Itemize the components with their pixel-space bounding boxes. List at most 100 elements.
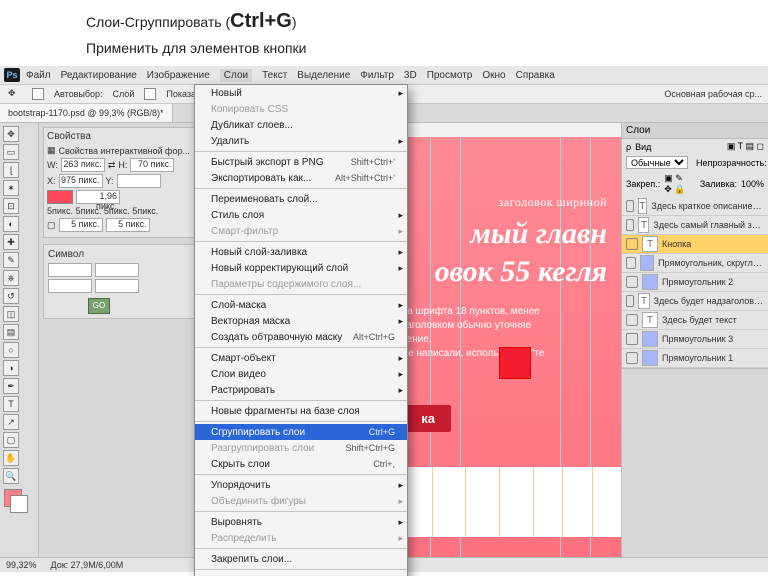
tool-shape[interactable]: ▢ (3, 432, 19, 448)
menu-item[interactable]: Удалить (195, 133, 407, 149)
cta-button[interactable]: ка (405, 405, 451, 432)
tool-move[interactable]: ✥ (3, 126, 19, 142)
menu-item[interactable]: Новый (195, 85, 407, 101)
tool-gradient[interactable]: ▤ (3, 324, 19, 340)
tool-lasso[interactable]: ɭ (3, 162, 19, 178)
tool-stamp[interactable]: ⎈ (3, 270, 19, 286)
fill-value[interactable]: 100% (741, 179, 764, 189)
tool-dodge[interactable]: ◑ (3, 360, 19, 376)
layers-menu-dropdown[interactable]: НовыйКопировать CSSДубликат слоев...Удал… (194, 84, 408, 576)
filter-toggle[interactable]: ▣ T ▤ ◻ (727, 141, 764, 152)
visibility-icon[interactable] (626, 257, 636, 269)
showcontrols-checkbox[interactable] (144, 88, 156, 100)
leading[interactable] (95, 279, 139, 293)
font-family[interactable] (48, 263, 92, 277)
tool-eraser[interactable]: ◫ (3, 306, 19, 322)
menu-item[interactable]: Слои видео (195, 366, 407, 382)
document-tab[interactable]: bootstrap-1170.psd @ 99,3% (RGB/8)* (0, 104, 173, 122)
tool-history[interactable]: ↺ (3, 288, 19, 304)
menu-item[interactable]: Связать слои (195, 572, 407, 576)
layer-row[interactable]: Прямоугольник 3 (622, 330, 768, 349)
tool-brush[interactable]: ✎ (3, 252, 19, 268)
lock-icons[interactable]: ▣ ✎ ✥ 🔒 (664, 173, 692, 195)
layer-row[interactable]: Прямоугольник 1 (622, 349, 768, 368)
tool-crop[interactable]: ⊡ (3, 198, 19, 214)
tool-marquee[interactable]: ▭ (3, 144, 19, 160)
color-swatches[interactable] (4, 489, 32, 513)
menu-item[interactable]: Новый слой-заливка (195, 244, 407, 260)
autoselect-target[interactable]: Слой (113, 89, 135, 99)
visibility-icon[interactable] (626, 238, 638, 250)
font-size[interactable] (48, 279, 92, 293)
layer-row[interactable]: Прямоугольник, скругл. углы 1 (622, 254, 768, 273)
menu-item[interactable]: Экспортировать как...Alt+Shift+Ctrl+' (195, 170, 407, 186)
tool-text[interactable]: T (3, 396, 19, 412)
visibility-icon[interactable] (626, 352, 638, 364)
zoom-readout[interactable]: 99,32% (6, 560, 37, 570)
tool-path[interactable]: ↗ (3, 414, 19, 430)
tool-blur[interactable]: ○ (3, 342, 19, 358)
menu-item[interactable]: Сгруппировать слоиCtrl+G (195, 424, 407, 440)
visibility-icon[interactable] (626, 200, 634, 212)
layer-row[interactable]: TЗдесь будет надзаголовок шириной 6 к... (622, 292, 768, 311)
menu-item[interactable]: Переименовать слой... (195, 191, 407, 207)
tool-eyedrop[interactable]: ◐ (3, 216, 19, 232)
background-color[interactable] (10, 495, 28, 513)
autoselect-checkbox[interactable] (32, 88, 44, 100)
blend-mode[interactable]: Обычные (626, 156, 688, 169)
red-square-shape[interactable] (499, 347, 531, 379)
r1-input[interactable]: 5 пикс. (59, 218, 103, 232)
visibility-icon[interactable] (626, 295, 634, 307)
menu-item[interactable]: Создать обтравочную маскуAlt+Ctrl+G (195, 329, 407, 345)
tool-heal[interactable]: ✚ (3, 234, 19, 250)
menu-item[interactable]: Растрировать (195, 382, 407, 398)
menu-item[interactable]: Новые фрагменты на базе слоя (195, 403, 407, 419)
stroke-input[interactable]: 1,96 пикс. (76, 190, 120, 204)
visibility-icon[interactable] (626, 314, 638, 326)
w-input[interactable]: 263 пикс. (61, 158, 105, 172)
layer-row[interactable]: TЗдесь краткое описание, высота шрифта 1… (622, 197, 768, 216)
menu-item[interactable]: Слой-маска (195, 297, 407, 313)
menubar[interactable]: Ps Файл Редактирование Изображение Слои … (0, 66, 768, 85)
menu-layers[interactable]: Слои (220, 69, 252, 82)
menu-item[interactable]: Выровнять (195, 514, 407, 530)
menu-item[interactable]: Закрепить слои... (195, 551, 407, 567)
tool-zoom[interactable]: 🔍 (3, 468, 19, 484)
menu-item[interactable]: Векторная маска (195, 313, 407, 329)
menu-item[interactable]: Упорядочить (195, 477, 407, 493)
layers-list[interactable]: TЗдесь краткое описание, высота шрифта 1… (622, 197, 768, 368)
menu-item[interactable]: Быстрый экспорт в PNGShift+Ctrl+' (195, 154, 407, 170)
visibility-icon[interactable] (626, 333, 638, 345)
menu-view[interactable]: Просмотр (427, 70, 473, 81)
layer-row[interactable]: TЗдесь будет текст (622, 311, 768, 330)
y-input[interactable] (117, 174, 161, 188)
menu-3d[interactable]: 3D (404, 70, 417, 81)
visibility-icon[interactable] (626, 276, 638, 288)
fill-swatch[interactable] (47, 190, 73, 204)
font-style[interactable] (95, 263, 139, 277)
layer-row[interactable]: Прямоугольник 2 (622, 273, 768, 292)
menu-image[interactable]: Изображение (147, 70, 210, 81)
menu-file[interactable]: Файл (26, 70, 51, 81)
visibility-icon[interactable] (626, 219, 634, 231)
workspace-switcher[interactable]: Основная рабочая ср... (664, 89, 762, 99)
tool-pen[interactable]: ✒ (3, 378, 19, 394)
tool-hand[interactable]: ✋ (3, 450, 19, 466)
layer-row[interactable]: TЗдесь самый главный заголовок 55 кегля (622, 216, 768, 235)
menu-text[interactable]: Текст (262, 70, 287, 81)
menu-filter[interactable]: Фильтр (360, 70, 394, 81)
menu-window[interactable]: Окно (482, 70, 505, 81)
menu-item[interactable]: Смарт-объект (195, 350, 407, 366)
menu-select[interactable]: Выделение (297, 70, 350, 81)
menu-item[interactable]: Скрыть слоиCtrl+, (195, 456, 407, 472)
menu-edit[interactable]: Редактирование (61, 70, 137, 81)
tool-wand[interactable]: ✶ (3, 180, 19, 196)
r2-input[interactable]: 5 пикс. (106, 218, 150, 232)
h-input[interactable]: 70 пикс. (130, 158, 174, 172)
menu-item[interactable]: Новый корректирующий слой (195, 260, 407, 276)
layer-row[interactable]: TКнопка (622, 235, 768, 254)
menu-item[interactable]: Стиль слоя (195, 207, 407, 223)
go-button[interactable]: GO (88, 298, 110, 314)
menu-item[interactable]: Дубликат слоев... (195, 117, 407, 133)
x-input[interactable]: 975 пикс. (59, 174, 103, 188)
